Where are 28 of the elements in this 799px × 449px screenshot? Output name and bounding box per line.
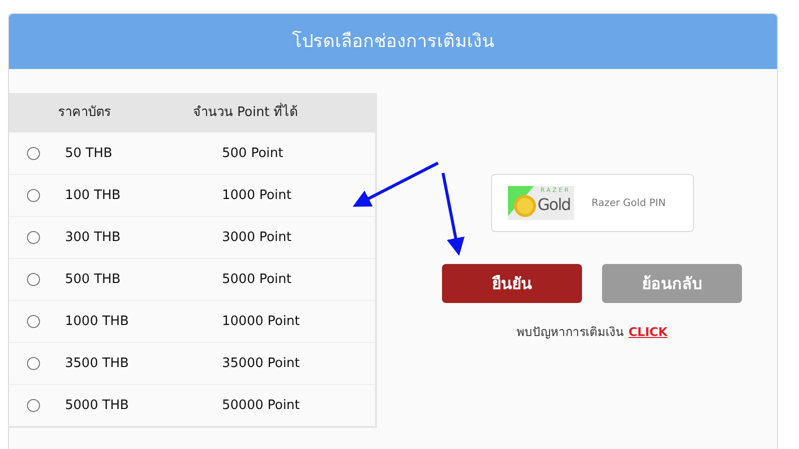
radio-button[interactable] [27, 399, 40, 412]
points-text: 10000 Point [222, 312, 300, 331]
help-text: พบปัญหาการเติมเงิน [516, 324, 624, 341]
column-header: ราคาบัตร [58, 104, 112, 122]
option-label: Razer Gold PIN [592, 196, 666, 210]
points-text: 500 Point [222, 144, 284, 163]
price-text: 500 THB [65, 270, 122, 289]
price-text: 100 THB [65, 186, 122, 205]
radio-button[interactable] [27, 273, 40, 286]
price-text: 50 THB [65, 144, 114, 163]
price-text: 300 THB [65, 228, 122, 247]
panel-title: โปรดเลือกช่องการเติมเงิน [292, 30, 494, 54]
points-text: 35000 Point [222, 354, 300, 373]
radio-button[interactable] [27, 357, 40, 370]
column-header: จำนวน Point ที่ได้ [193, 102, 298, 122]
radio-button[interactable] [27, 231, 40, 244]
price-text: 3500 THB [65, 354, 130, 373]
points-text: 1000 Point [222, 186, 292, 205]
help-link[interactable]: CLICK [628, 323, 668, 341]
price-text: 1000 THB [65, 312, 130, 331]
radio-button[interactable] [27, 315, 40, 328]
confirm-button[interactable]: ยืนยัน [442, 264, 582, 303]
points-text: 50000 Point [222, 396, 300, 415]
radio-button[interactable] [27, 189, 40, 202]
price-text: 5000 THB [65, 396, 130, 415]
points-text: 5000 Point [222, 270, 292, 289]
radio-button[interactable] [27, 147, 40, 160]
points-text: 3000 Point [222, 228, 292, 247]
